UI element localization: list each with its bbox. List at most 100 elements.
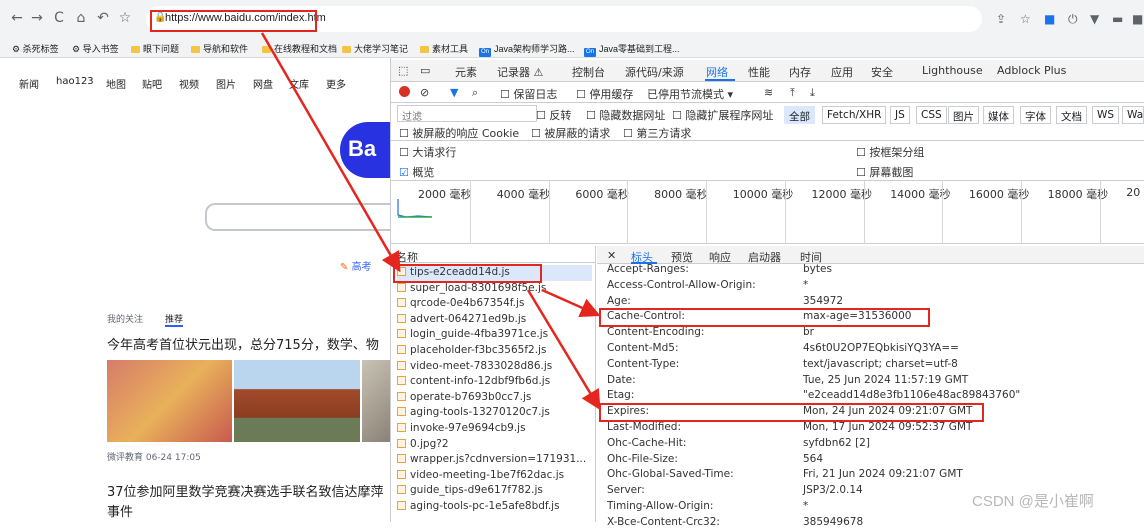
devtools-tab[interactable]: 安全 (871, 64, 893, 80)
devtools-tab[interactable]: 元素 (455, 64, 477, 80)
devtools-tab[interactable]: Lighthouse (922, 64, 983, 77)
request-row[interactable]: aging-tools-13270120c7.js (397, 405, 592, 421)
tab-recommend[interactable]: 推荐 (165, 312, 183, 325)
devtools-tab[interactable]: Adblock Plus (997, 64, 1066, 77)
preserve-log-checkbox[interactable]: ☐ 保留日志 (500, 86, 557, 102)
request-row[interactable]: placeholder-f3bc3565f2.js (397, 343, 592, 359)
tab-follow[interactable]: 我的关注 (107, 312, 143, 325)
import-icon[interactable]: ⤒ (790, 86, 795, 100)
filter-type-button[interactable]: Wa (1122, 106, 1144, 124)
devtools-tab[interactable]: 记录器 ⚠ (497, 64, 543, 80)
filter-type-button[interactable]: JS (890, 106, 910, 124)
nav-link[interactable]: 视频 (179, 76, 199, 91)
request-row[interactable]: advert-064271ed9b.js (397, 312, 592, 328)
news-image-1[interactable] (107, 360, 232, 442)
detail-tab[interactable]: 响应 (709, 249, 731, 265)
detail-tab[interactable]: 启动器 (748, 249, 781, 265)
undo-icon[interactable]: ↶ (94, 10, 112, 26)
filter-option-checkbox[interactable]: ☐ 反转 (536, 107, 571, 123)
request-row[interactable]: video-meeting-1be7f62dac.js (397, 468, 592, 484)
power-icon[interactable]: ⏻ (1068, 12, 1078, 27)
request-row[interactable]: 0.jpg?2 (397, 437, 592, 453)
request-row[interactable]: video-meet-7833028d86.js (397, 359, 592, 375)
puzzle-icon[interactable]: ■ (1132, 12, 1143, 26)
blocked-option-checkbox[interactable]: ☐ 被屏蔽的响应 Cookie (399, 125, 519, 141)
disable-cache-checkbox[interactable]: ☐ 停用缓存 (576, 86, 633, 102)
settings-checkbox[interactable]: ☑ 概览 (399, 164, 434, 180)
filter-type-button[interactable]: 媒体 (983, 106, 1014, 124)
settings-checkbox[interactable]: ☐ 大请求行 (399, 144, 456, 160)
devtools-tab[interactable]: 应用 (831, 64, 853, 80)
nav-link[interactable]: 更多 (326, 76, 346, 91)
request-row[interactable]: content-info-12dbf9fb6d.js (397, 374, 592, 390)
forward-arrow-icon[interactable]: → (28, 10, 46, 26)
menu-icon[interactable]: ▬ (1112, 12, 1123, 26)
inspect-icon[interactable]: ⬚ (398, 64, 408, 77)
filter-type-button[interactable]: WS (1092, 106, 1120, 124)
nav-link[interactable]: hao123 (56, 76, 94, 87)
home-icon[interactable]: ⌂ (72, 10, 90, 26)
wifi-icon[interactable]: ≋ (764, 86, 773, 99)
nav-link[interactable]: 图片 (216, 76, 236, 91)
bookmark-item[interactable]: 在线教程和文档 (262, 42, 337, 55)
gaokao-link[interactable]: ✎ 高考 (340, 258, 372, 273)
device-toolbar-icon[interactable]: ▭ (420, 64, 430, 77)
bookmark-star-icon[interactable]: ☆ (1020, 12, 1031, 26)
reload-icon[interactable]: C (50, 10, 68, 26)
request-row[interactable]: invoke-97e9694cb9.js (397, 421, 592, 437)
nav-link[interactable]: 地图 (106, 76, 126, 91)
nav-link[interactable]: 新闻 (19, 76, 39, 91)
filter-type-button[interactable]: Fetch/XHR (822, 106, 887, 124)
filter-funnel-icon[interactable]: ▼ (450, 86, 458, 99)
clear-icon[interactable]: ⊘ (420, 86, 429, 99)
throttle-select[interactable]: 已停用节流模式 ▾ (647, 86, 733, 102)
export-icon[interactable]: ⤓ (810, 86, 815, 100)
devtools-tab[interactable]: 内存 (789, 64, 811, 80)
record-icon[interactable] (399, 86, 410, 97)
devtools-tab[interactable]: 源代码/来源 (625, 64, 684, 80)
share-icon[interactable]: ⇪ (996, 12, 1006, 26)
settings-checkbox[interactable]: ☐ 按框架分组 (856, 144, 924, 160)
blocked-option-checkbox[interactable]: ☐ 第三方请求 (623, 125, 691, 141)
nav-link[interactable]: 网盘 (253, 76, 273, 91)
news-image-3[interactable] (362, 360, 390, 442)
request-row[interactable]: guide_tips-d9e617f782.js (397, 483, 592, 499)
nav-link[interactable]: 贴吧 (142, 76, 162, 91)
request-row[interactable]: wrapper.js?cdnversion=171931... (397, 452, 592, 468)
filter-type-button[interactable]: 图片 (948, 106, 979, 124)
request-row[interactable]: qrcode-0e4b67354f.js (397, 296, 592, 312)
news-headline-2[interactable]: 37位参加阿里数学竞赛决赛选手联名致信达摩萍事件 (107, 483, 392, 523)
devtools-tab[interactable]: 性能 (748, 64, 770, 80)
filter-type-button[interactable]: 字体 (1020, 106, 1051, 124)
bookmark-item[interactable]: On Java零基础到工程... (584, 42, 680, 57)
news-headline-1[interactable]: 今年高考首位状元出现，总分715分，数学、物 (107, 334, 379, 353)
news-image-2[interactable] (234, 360, 360, 442)
blocked-option-checkbox[interactable]: ☐ 被屏蔽的请求 (531, 125, 610, 141)
back-arrow-icon[interactable]: ← (8, 10, 26, 26)
search-icon[interactable]: ⌕ (472, 86, 478, 100)
filter-option-checkbox[interactable]: ☐ 隐藏数据网址 (586, 107, 665, 123)
search-input[interactable] (205, 203, 390, 231)
filter-type-button[interactable]: CSS (916, 106, 947, 124)
bookmark-item[interactable]: 眼下问题 (131, 42, 179, 55)
star-icon[interactable]: ☆ (116, 10, 134, 26)
bookmark-item[interactable]: 导航和软件 (191, 42, 248, 55)
request-row[interactable]: operate-b7693b0cc7.js (397, 390, 592, 406)
filter-type-button[interactable]: 文档 (1056, 106, 1087, 124)
extension-icon[interactable]: ■ (1044, 12, 1055, 26)
bookmark-item[interactable]: 素材工具 (420, 42, 468, 55)
bookmark-item[interactable]: ⚙ 杀死标签 (12, 42, 59, 55)
filter-type-button[interactable]: 全部 (784, 106, 815, 124)
close-detail-icon[interactable]: ✕ (607, 249, 616, 262)
devtools-tab[interactable]: 网络 (706, 64, 728, 80)
bookmark-item[interactable]: ⚙ 导入书签 (72, 42, 119, 55)
bookmark-item[interactable]: On Java架构师学习路... (479, 42, 575, 57)
bookmark-item[interactable]: 大佬学习笔记 (342, 42, 408, 55)
filter-input[interactable]: 过滤 (397, 105, 537, 123)
filter-option-checkbox[interactable]: ☐ 隐藏扩展程序网址 (672, 107, 773, 123)
filter-icon[interactable]: ▼ (1090, 12, 1099, 26)
request-row[interactable]: login_guide-4fba3971ce.js (397, 327, 592, 343)
settings-checkbox[interactable]: ☐ 屏幕截图 (856, 164, 913, 180)
nav-link[interactable]: 文库 (289, 76, 309, 91)
devtools-tab[interactable]: 控制台 (572, 64, 605, 80)
